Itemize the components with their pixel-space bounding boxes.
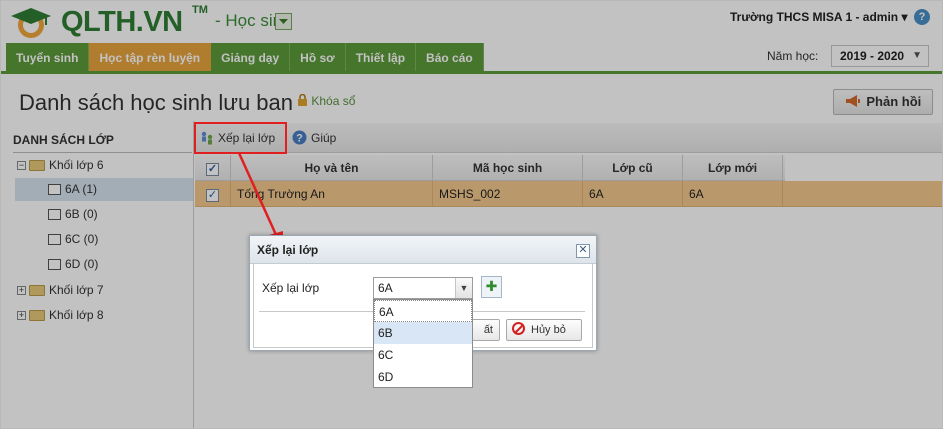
add-class-button[interactable]: ✚ (481, 276, 502, 298)
chevron-down-icon[interactable]: ▼ (455, 278, 472, 298)
target-class-value: 6A (378, 281, 393, 295)
dropdown-option-6d[interactable]: 6D (374, 366, 472, 388)
app-window: QLTH.VN TM - Học sinh Trường THCS MISA 1… (0, 0, 943, 429)
dropdown-option-6a[interactable]: 6A (374, 300, 472, 322)
target-class-label: Xếp lại lớp (262, 281, 320, 295)
annotation-highlight-box (194, 122, 287, 154)
close-icon[interactable]: ✕ (576, 244, 590, 258)
plus-icon: ✚ (485, 279, 498, 295)
dropdown-option-6c[interactable]: 6C (374, 344, 472, 366)
dialog-title: Xếp lại lớp (250, 236, 596, 264)
cancel-label: Hủy bỏ (531, 324, 566, 336)
cancel-button[interactable]: Hủy bỏ (506, 319, 582, 341)
cancel-icon (512, 322, 525, 335)
dropdown-option-6b[interactable]: 6B (374, 322, 472, 344)
target-class-combobox[interactable]: 6A ▼ (373, 277, 473, 299)
class-dropdown-list: 6A 6B 6C 6D (373, 299, 473, 388)
